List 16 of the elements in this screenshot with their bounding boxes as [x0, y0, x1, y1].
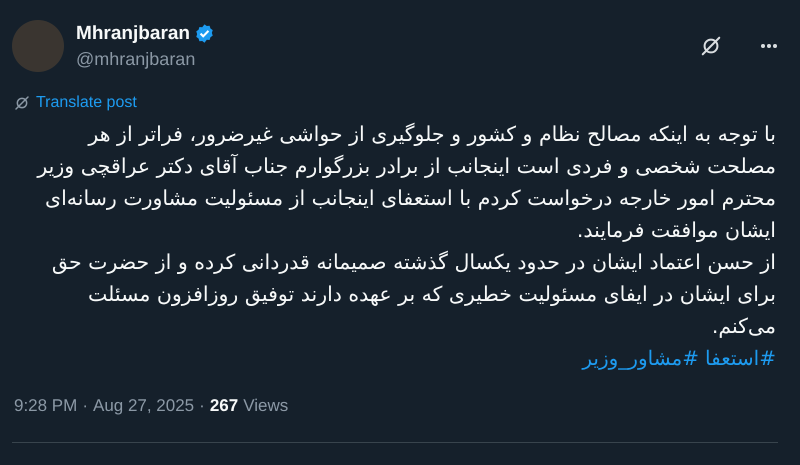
separator-dot: · [199, 396, 205, 416]
post-date[interactable]: Aug 27, 2025 [92, 396, 194, 416]
post-time[interactable]: 9:28 PM [14, 396, 78, 416]
separator-dot: · [82, 396, 88, 416]
views-count: 267 [210, 396, 238, 416]
author-name[interactable]: Mhranjbaran [76, 22, 190, 44]
translate-icon[interactable] [14, 95, 30, 111]
post-paragraph: از حسن اعتماد ایشان در حدود یکسال گذشته صمیمانه قدردانی کرده و از حضرت حق برای ایشان در ایفای مسئولیت خطیری که بر عهده دارند توفیق روزافزون مسئلت می‌کنم. [50, 249, 776, 340]
author-handle[interactable]: @mhranjbaran [76, 48, 688, 70]
translate-link[interactable]: Translate post [36, 94, 137, 112]
hashtag-link[interactable]: #استعفا [705, 342, 776, 374]
more-icon[interactable] [760, 43, 778, 49]
views-label: Views [243, 396, 288, 416]
grok-icon[interactable] [700, 35, 722, 57]
post-paragraph: با توجه به اینکه مصالح نظام و کشور و جلوگیری از حواشی غیرضرور، فراتر از هر مصلحت شخصی و فردی است اینجانب از برادر بزرگوارم جناب آقای دکتر عراقچی وزیر محترم امور خارجه درخواست کردم با استعفای اینجانب از مسئولیت مشاورت رسانه‌ای ایشان موافقت فرمایند. [36, 121, 776, 244]
hashtag-link[interactable]: #مشاور_وزیر [582, 342, 700, 374]
